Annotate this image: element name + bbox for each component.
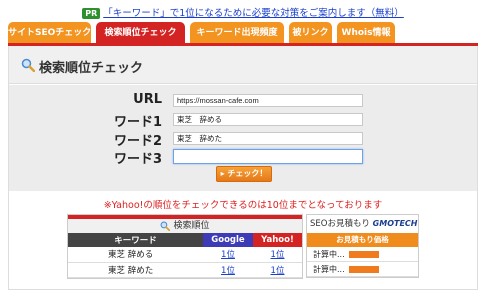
estimate-bar xyxy=(349,251,379,258)
yahoo-rank-link[interactable]: 1位 xyxy=(253,262,302,278)
tab-site-seo-check[interactable]: サイトSEOチェック xyxy=(8,22,91,44)
table-row: 東芝 辞める 1位 1位 xyxy=(68,247,302,263)
word1-label: ワード1 xyxy=(113,115,162,130)
page-title: 検索順位チェック xyxy=(39,61,144,76)
tab-whois[interactable]: Whois情報 xyxy=(337,22,395,44)
pr-badge: PR xyxy=(82,8,101,19)
main-panel: 検索順位チェック URL https://mossan-cafe.com ワード… xyxy=(8,46,478,290)
google-rank-link[interactable]: 1位 xyxy=(203,262,253,278)
tab-rank-check[interactable]: 検索順位チェック xyxy=(96,22,185,44)
word2-label: ワード2 xyxy=(113,134,162,149)
magnifier-small-icon xyxy=(161,221,171,231)
rank-header-row: キーワード Google Yahoo! xyxy=(68,233,302,247)
check-button[interactable]: ▸ チェック！ xyxy=(216,166,272,182)
yahoo-rank-link[interactable]: 1位 xyxy=(253,247,302,263)
tab-keyword-frequency[interactable]: キーワード出現頻度 xyxy=(190,22,284,44)
keyword-cell: 東芝 辞める xyxy=(68,247,203,263)
keyword-cell: 東芝 辞めた xyxy=(68,262,203,278)
promo-banner: PR 「キーワード」で1位になるために必要な対策をご案内します（無料） xyxy=(0,5,486,19)
word1-input[interactable]: 東芝 辞める xyxy=(173,113,363,126)
rank-title-text: 検索順位 xyxy=(173,221,210,231)
table-row: 東芝 辞めた 1位 1位 xyxy=(68,262,302,278)
promo-link[interactable]: 「キーワード」で1位になるために必要な対策をご案内します（無料） xyxy=(103,8,404,19)
word3-input[interactable] xyxy=(173,149,363,164)
calculating-text: 計算中... xyxy=(313,265,345,274)
seo-estimate-title: SEOお見積もり xyxy=(310,219,370,229)
tab-bar: サイトSEOチェック 検索順位チェック キーワード出現頻度 被リンク Whois… xyxy=(8,22,478,44)
gmo-tech-logo: GMOTECH xyxy=(372,219,418,228)
keyword-column-header: キーワード xyxy=(68,233,203,247)
rank-results: 検索順位 キーワード Google Yahoo! 東芝 辞める 1位 1位 東芝… xyxy=(67,214,303,279)
yahoo-column-header: Yahoo! xyxy=(253,233,302,247)
estimate-price-header: お見積もり価格 xyxy=(307,233,418,247)
yahoo-notice: ※Yahoo!の順位をチェックできるのは10位までとなっております xyxy=(103,200,383,211)
magnifier-icon xyxy=(21,58,35,72)
rank-title: 検索順位 xyxy=(68,219,302,233)
word3-label: ワード3 xyxy=(113,152,162,167)
google-rank-link[interactable]: 1位 xyxy=(203,247,253,263)
rank-table: キーワード Google Yahoo! 東芝 辞める 1位 1位 東芝 辞めた … xyxy=(68,233,302,278)
google-column-header: Google xyxy=(203,233,253,247)
estimate-bar xyxy=(349,266,379,273)
tab-backlinks[interactable]: 被リンク xyxy=(289,22,332,44)
seo-estimate-box: SEOお見積もり GMOTECH お見積もり価格 計算中... 計算中... xyxy=(306,214,419,278)
url-input[interactable]: https://mossan-cafe.com xyxy=(173,94,363,107)
estimate-row: 計算中... xyxy=(307,247,418,262)
seo-estimate-header: SEOお見積もり GMOTECH xyxy=(307,215,418,233)
estimate-row: 計算中... xyxy=(307,262,418,277)
search-form: URL https://mossan-cafe.com ワード1 東芝 辞める … xyxy=(9,85,477,191)
panel-header: 検索順位チェック xyxy=(9,46,477,84)
word2-input[interactable]: 東芝 辞めた xyxy=(173,132,363,145)
calculating-text: 計算中... xyxy=(313,250,345,259)
url-label: URL xyxy=(133,92,162,107)
